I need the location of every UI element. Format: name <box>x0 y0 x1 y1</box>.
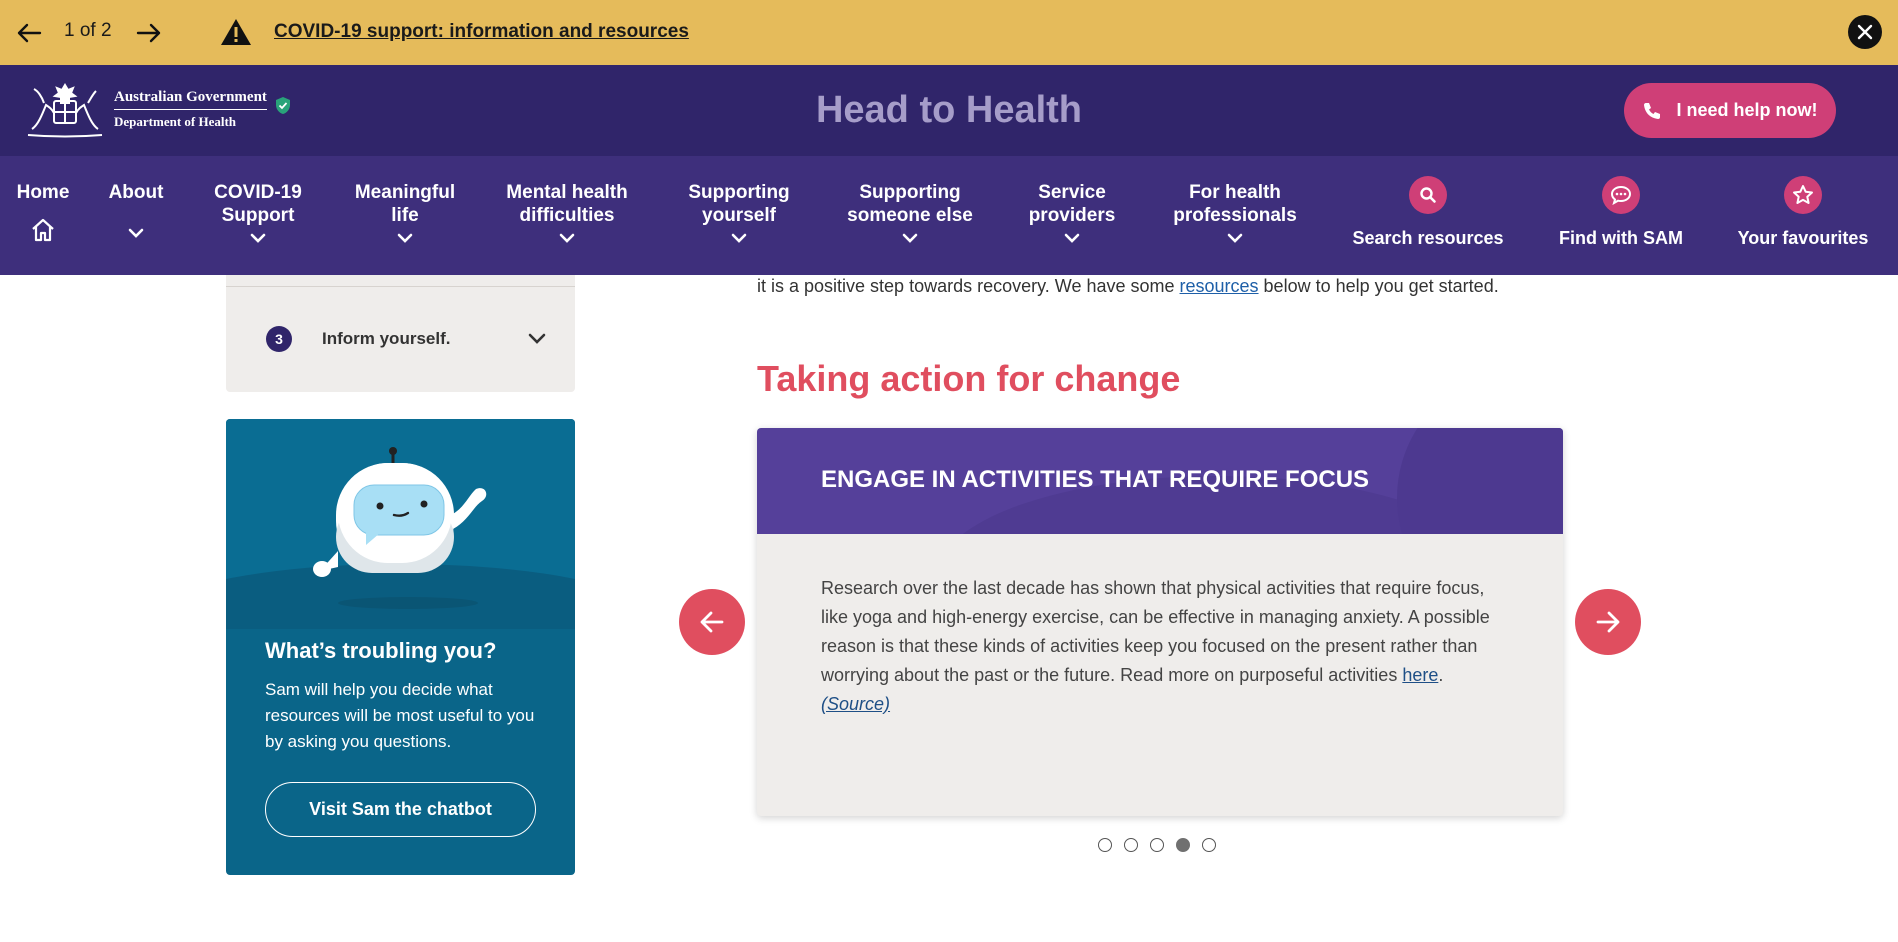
nav-label: About <box>108 182 164 203</box>
nav-for-health-professionals[interactable]: For health professionals <box>1162 181 1308 243</box>
section-title: Taking action for change <box>757 358 1181 399</box>
divider <box>226 286 575 287</box>
slide-body-text: Research over the last decade has shown … <box>821 578 1490 685</box>
chevron-down-icon <box>559 233 575 243</box>
carousel-dot-2[interactable] <box>1124 838 1138 852</box>
chevron-down-icon <box>1227 233 1243 243</box>
nav-about[interactable]: About <box>98 181 174 238</box>
chat-icon <box>1610 185 1632 205</box>
chevron-down-icon <box>731 233 747 243</box>
next-alert-button[interactable] <box>134 18 164 48</box>
sam-card-title: What’s troubling you? <box>265 638 497 663</box>
carousel-dot-5[interactable] <box>1202 838 1216 852</box>
covid-alert-bar: 1 of 2 COVID-19 support: information and… <box>0 0 1898 65</box>
your-favourites-button[interactable]: Your favourites <box>1730 176 1876 249</box>
help-now-label: I need help now! <box>1676 100 1818 120</box>
nav-label: Supporting someone else <box>847 182 973 226</box>
carousel-dots <box>1098 838 1216 852</box>
phone-icon <box>1644 102 1661 119</box>
slide-header: ENGAGE IN ACTIVITIES THAT REQUIRE FOCUS <box>757 428 1563 534</box>
find-with-sam-button[interactable]: Find with SAM <box>1550 176 1692 249</box>
search-icon <box>1420 187 1436 203</box>
resources-link[interactable]: resources <box>1180 276 1259 296</box>
visit-sam-button[interactable]: Visit Sam the chatbot <box>265 782 536 837</box>
step-number-badge: 3 <box>266 326 292 352</box>
nav-covid-support[interactable]: COVID-19 Support <box>204 181 312 243</box>
chevron-down-icon <box>250 233 266 243</box>
nav-meaningful-life[interactable]: Meaningful life <box>345 181 465 243</box>
source-link[interactable]: (Source) <box>821 694 890 714</box>
carousel-slide: ENGAGE IN ACTIVITIES THAT REQUIRE FOCUS … <box>757 428 1563 816</box>
arrow-right-icon <box>1596 611 1620 633</box>
chevron-down-icon <box>902 233 918 243</box>
chevron-down-icon <box>128 228 144 238</box>
here-link[interactable]: here <box>1402 665 1438 685</box>
nav-label: COVID-19 Support <box>214 182 302 226</box>
tool-label: Search resources <box>1352 228 1504 248</box>
accordion-item-inform-yourself[interactable]: 3 Inform yourself. <box>266 326 546 352</box>
arrow-left-icon <box>700 611 724 633</box>
australian-government-logo[interactable]: Australian Government Department of Heal… <box>24 79 291 139</box>
nav-label: Service providers <box>1028 182 1116 226</box>
star-icon <box>1793 185 1813 204</box>
verified-shield-icon <box>275 96 291 120</box>
nav-label: Meaningful life <box>354 182 456 226</box>
search-resources-button[interactable]: Search resources <box>1348 176 1508 249</box>
gov-name: Australian Government <box>114 89 267 110</box>
chevron-down-icon <box>528 333 546 344</box>
chevron-down-icon <box>1064 233 1080 243</box>
coat-of-arms-icon <box>27 83 103 138</box>
nav-mental-health-difficulties[interactable]: Mental health difficulties <box>492 181 642 243</box>
department-name: Department of Health <box>114 113 237 129</box>
home-icon <box>32 218 54 242</box>
sam-card-description: Sam will help you decide what resources … <box>265 680 535 751</box>
arrow-left-icon <box>17 23 42 43</box>
nav-label: Home <box>16 182 70 203</box>
sam-chatbot-card: What’s troubling you? Sam will help you … <box>226 419 575 875</box>
nav-label: Mental health difficulties <box>506 182 628 226</box>
chevron-down-icon <box>397 233 413 243</box>
site-header: Australian Government Department of Heal… <box>0 65 1898 156</box>
carousel-next-button[interactable] <box>1575 589 1641 655</box>
slide-body-period: . <box>1438 665 1444 685</box>
help-now-button[interactable]: I need help now! <box>1624 83 1836 138</box>
nav-home[interactable]: Home <box>14 181 72 242</box>
sam-robot-icon <box>313 447 487 609</box>
nav-supporting-someone-else[interactable]: Supporting someone else <box>836 181 984 243</box>
tool-label: Your favourites <box>1737 228 1869 248</box>
carousel-dot-4[interactable] <box>1176 838 1190 852</box>
covid-support-link[interactable]: COVID-19 support: information and resour… <box>274 21 689 43</box>
arrow-right-icon <box>136 23 161 43</box>
warning-icon <box>220 18 252 51</box>
alert-counter: 1 of 2 <box>64 20 112 41</box>
intro-text: it is a positive step towards recovery. … <box>757 276 1499 297</box>
carousel-dot-1[interactable] <box>1098 838 1112 852</box>
intro-text-start: it is a positive step towards recovery. … <box>757 276 1180 296</box>
nav-supporting-yourself[interactable]: Supporting yourself <box>672 181 806 243</box>
main-navigation: Home About COVID-19 Support Meaningful l… <box>0 156 1898 275</box>
nav-service-providers[interactable]: Service providers <box>1016 181 1128 243</box>
close-icon <box>1857 24 1873 40</box>
previous-alert-button[interactable] <box>14 18 44 48</box>
tool-label: Find with SAM <box>1559 228 1683 248</box>
carousel-previous-button[interactable] <box>679 589 745 655</box>
intro-text-end: below to help you get started. <box>1258 276 1499 296</box>
accordion-item-label: Inform yourself. <box>322 329 451 348</box>
steps-accordion: 3 Inform yourself. <box>226 275 575 392</box>
slide-body: Research over the last decade has shown … <box>821 574 1511 719</box>
nav-label: Supporting yourself <box>688 182 790 226</box>
slide-title: ENGAGE IN ACTIVITIES THAT REQUIRE FOCUS <box>821 466 1370 493</box>
carousel-dot-3[interactable] <box>1150 838 1164 852</box>
nav-label: For health professionals <box>1173 182 1297 226</box>
close-alert-button[interactable] <box>1848 15 1882 49</box>
